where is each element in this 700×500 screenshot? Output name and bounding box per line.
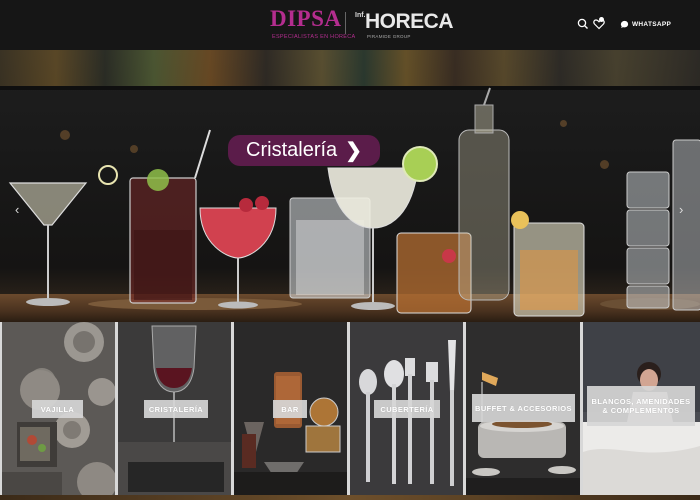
search-icon[interactable] (576, 17, 590, 31)
slider-next-arrow-icon[interactable]: › (679, 202, 683, 217)
hero-cta-button[interactable]: Cristalería ❯ (228, 135, 380, 166)
dipsa-logo-tagline: ESPECIALISTAS EN HORECA (272, 34, 356, 40)
page: DIPSA ESPECIALISTAS EN HORECA Inf. HOREC… (0, 0, 700, 500)
slider-prev-arrow-icon[interactable]: ‹ (15, 202, 19, 217)
category-label-text: BAR (281, 404, 299, 414)
category-tile-buffet[interactable]: BUFFET & ACCESORIOS (466, 322, 580, 498)
category-label-text: CUBERTERÍA (380, 404, 434, 414)
whatsapp-label: WHATSAPP (632, 20, 672, 28)
category-tile-cuberteria[interactable]: CUBERTERÍA (350, 322, 463, 498)
category-label: CRISTALERÍA (144, 400, 208, 418)
category-label-text: CRISTALERÍA (148, 404, 204, 414)
category-label-text: BLANCOS, AMENIDADES & COMPLEMENTOS (591, 397, 691, 415)
category-label-text: VAJILLA (40, 404, 75, 414)
category-tile-vajilla[interactable]: VAJILLA (2, 322, 115, 498)
horeca-logo[interactable]: Inf. HORECA PIRAMIDE GROUP (355, 8, 454, 42)
category-label: VAJILLA (32, 400, 83, 418)
category-label: BUFFET & ACCESORIOS (472, 394, 575, 422)
category-label: BLANCOS, AMENIDADES & COMPLEMENTOS (587, 386, 695, 426)
site-header: DIPSA ESPECIALISTAS EN HORECA Inf. HOREC… (0, 0, 700, 50)
horeca-logo-name: HORECA (365, 10, 454, 33)
horeca-logo-sub: PIRAMIDE GROUP (367, 34, 411, 39)
category-tile-cristaleria[interactable]: CRISTALERÍA (118, 322, 231, 498)
dipsa-logo[interactable]: DIPSA ESPECIALISTAS EN HORECA (270, 6, 355, 43)
category-label: BAR (273, 400, 307, 418)
category-tile-bar[interactable]: BAR (234, 322, 347, 498)
hero-glassware-illustration (8, 87, 700, 317)
category-label: CUBERTERÍA (374, 400, 440, 418)
category-label-text: BUFFET & ACCESORIOS (475, 403, 572, 413)
category-grid: VAJILLA CRISTALERÍA BAR CUBERTERÍA BUFFE… (0, 322, 700, 500)
category-tile-blancos[interactable]: BLANCOS, AMENIDADES & COMPLEMENTOS (583, 322, 700, 498)
wishlist-badge (599, 17, 604, 22)
chevron-right-icon: ❯ (345, 140, 362, 162)
chat-bubble-icon (620, 20, 629, 28)
horeca-logo-prefix: Inf. (355, 12, 366, 19)
logo-divider (345, 12, 346, 34)
whatsapp-button[interactable]: WHATSAPP (620, 17, 676, 31)
bottom-edge-strip (0, 495, 700, 500)
dipsa-logo-name: DIPSA (270, 6, 342, 31)
hero-slider: Cristalería ❯ ‹ › (0, 50, 700, 322)
hero-cta-label: Cristalería (246, 139, 338, 161)
